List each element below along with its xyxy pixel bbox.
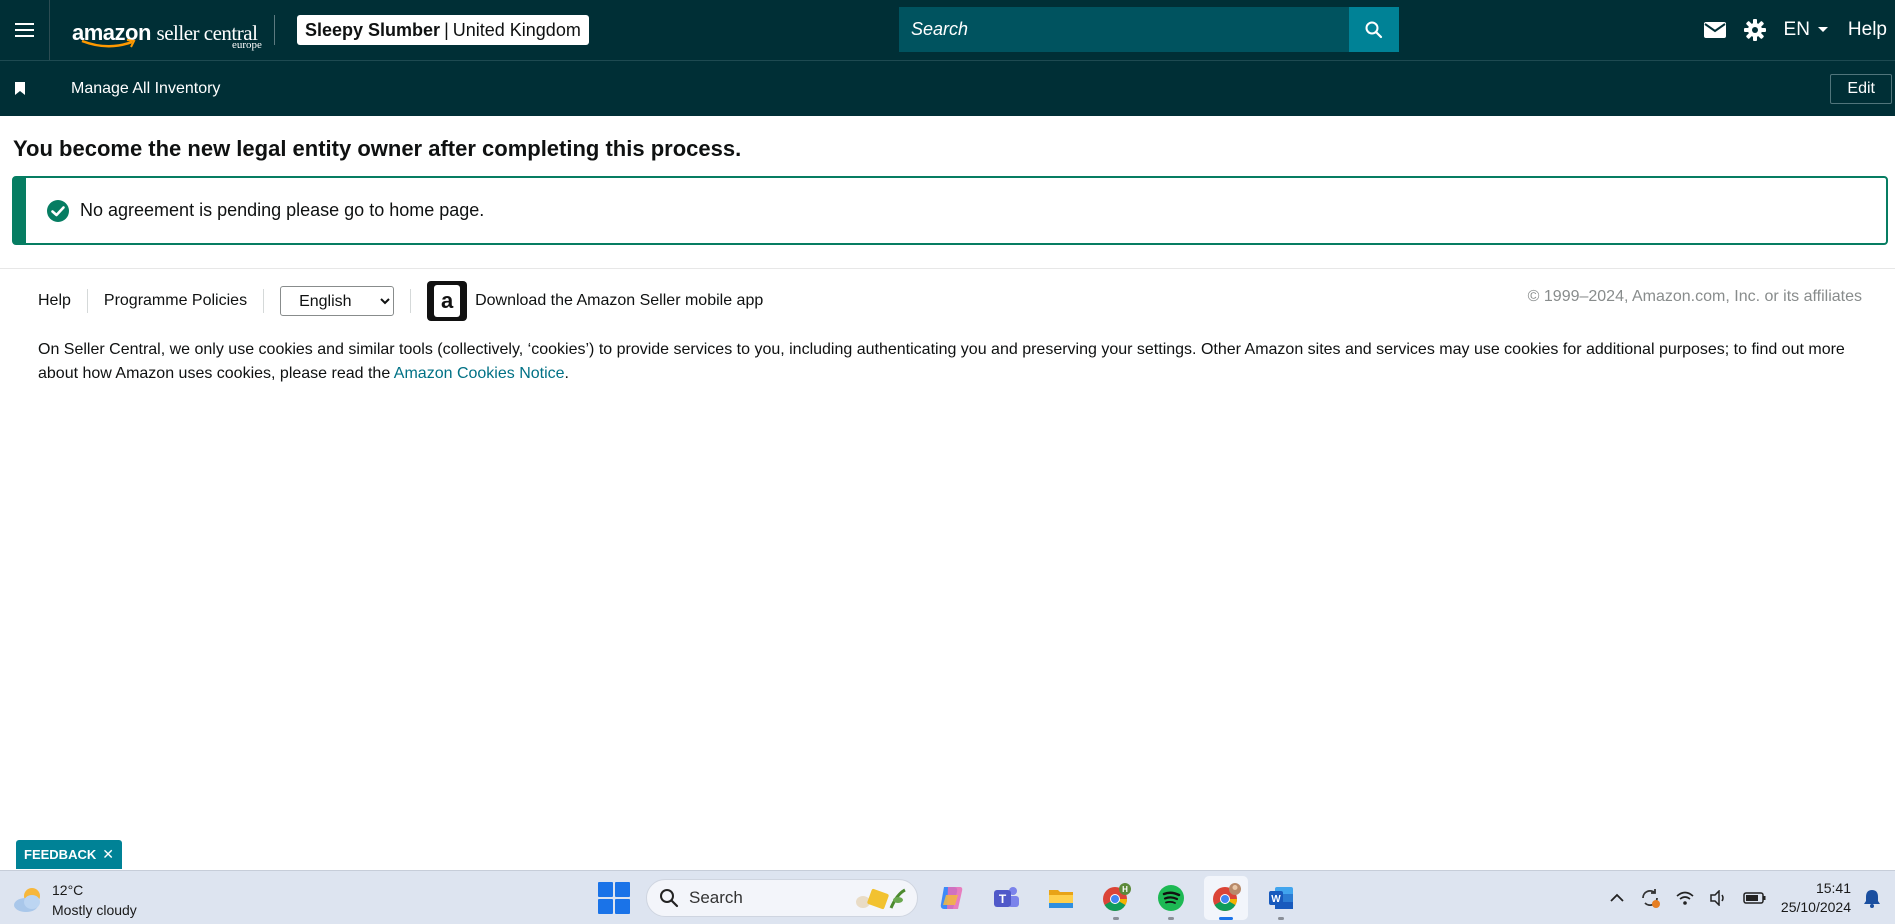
battery-icon[interactable]	[1743, 891, 1767, 905]
windows-start-icon[interactable]	[598, 882, 630, 914]
chevron-up-icon[interactable]	[1609, 893, 1625, 903]
bookmark-bar: Manage All Inventory Edit	[0, 60, 1895, 116]
divider	[410, 289, 412, 313]
settings-button[interactable]	[1743, 19, 1766, 41]
divider	[263, 289, 265, 313]
account-switcher[interactable]: Sleepy Slumber | United Kingdom	[297, 15, 589, 45]
seller-app-icon[interactable]: a	[427, 281, 468, 321]
cookie-text: On Seller Central, we only use cookies a…	[38, 341, 1845, 382]
time: 15:41	[1815, 880, 1851, 896]
divider	[274, 15, 275, 45]
edit-button[interactable]: Edit	[1830, 74, 1892, 104]
cloudy-weather-icon	[14, 888, 40, 912]
file-explorer-icon[interactable]	[1039, 876, 1083, 920]
header-actions: EN Help	[1703, 0, 1895, 60]
svg-text:T: T	[999, 892, 1007, 906]
check-circle-icon	[46, 199, 70, 223]
programme-policies-link[interactable]: Programme Policies	[104, 292, 247, 310]
amazon-seller-central-logo[interactable]: amazon seller central europe	[72, 6, 272, 54]
amazon-bag-icon: a	[434, 285, 461, 317]
smile-arrow-icon	[81, 39, 136, 48]
temperature: 12°C	[52, 882, 84, 898]
page-title: You become the new legal entity owner af…	[13, 136, 742, 161]
hamburger-icon	[15, 29, 34, 31]
footer-links: Help Programme Policies English a Downlo…	[38, 281, 763, 321]
bookmark-button[interactable]	[14, 81, 26, 96]
taskbar-apps: Search T H W	[598, 876, 1303, 920]
copyright-text: © 1999–2024, Amazon.com, Inc. or its aff…	[1527, 288, 1862, 305]
search-icon	[1365, 21, 1383, 38]
top-nav: amazon seller central europe Sleepy Slum…	[0, 0, 1895, 60]
footer-help-link[interactable]: Help	[38, 292, 71, 310]
search-input[interactable]	[899, 7, 1349, 52]
taskbar-search[interactable]: Search	[646, 879, 918, 917]
date: 25/10/2024	[1780, 899, 1851, 915]
feedback-button[interactable]: FEEDBACK ✕	[16, 840, 122, 869]
svg-text:W: W	[1271, 894, 1281, 905]
logo-region: europe	[232, 39, 262, 51]
chrome-profile-h-icon[interactable]: H	[1094, 876, 1138, 920]
mail-icon	[1703, 22, 1726, 38]
search-icon	[660, 889, 679, 908]
svg-text:H: H	[1122, 885, 1128, 894]
bookmark-icon	[15, 81, 25, 95]
store-marketplace: United Kingdom	[452, 19, 581, 40]
sync-icon[interactable]	[1639, 887, 1661, 909]
cookie-text-end: .	[564, 365, 569, 382]
volume-icon[interactable]	[1709, 890, 1729, 906]
cookie-notice: On Seller Central, we only use cookies a…	[38, 338, 1858, 386]
taskbar: 12°C Mostly cloudy Search T H W 15:41 25…	[0, 870, 1895, 924]
weather-widget[interactable]: 12°C Mostly cloudy	[12, 880, 137, 920]
wifi-icon[interactable]	[1675, 890, 1695, 906]
taskbar-search-label: Search	[689, 888, 743, 907]
copilot-icon[interactable]	[929, 876, 973, 920]
spotify-icon[interactable]	[1149, 876, 1193, 920]
notification-bell-icon[interactable]	[1863, 888, 1881, 908]
search-highlight-icon	[856, 888, 906, 910]
amazon-cookies-notice-link[interactable]: Amazon Cookies Notice	[394, 365, 565, 382]
footer-divider	[0, 268, 1895, 269]
gear-icon	[1743, 19, 1766, 41]
download-app-link[interactable]: Download the Amazon Seller mobile app	[475, 292, 763, 310]
language-code: EN	[1783, 19, 1810, 40]
divider	[86, 289, 88, 313]
caret-down-icon	[1817, 27, 1828, 32]
system-tray: 15:41 25/10/2024	[1609, 871, 1895, 924]
clock[interactable]: 15:41 25/10/2024	[1781, 879, 1851, 917]
help-link[interactable]: Help	[1848, 19, 1887, 41]
search-button[interactable]	[1349, 7, 1399, 52]
store-name: Sleepy Slumber	[305, 19, 441, 40]
close-icon[interactable]: ✕	[102, 846, 114, 863]
alert-message: No agreement is pending please go to hom…	[80, 200, 485, 220]
weather-condition: Mostly cloudy	[52, 902, 137, 918]
mail-button[interactable]	[1703, 22, 1726, 38]
word-icon[interactable]: W	[1259, 876, 1303, 920]
language-selector[interactable]: EN	[1784, 19, 1830, 41]
search-bar	[899, 7, 1399, 52]
feedback-label: FEEDBACK	[24, 847, 97, 862]
hamburger-menu-button[interactable]	[0, 0, 50, 60]
footer-language-select[interactable]: English	[280, 286, 395, 316]
manage-all-inventory-link[interactable]: Manage All Inventory	[71, 80, 220, 98]
teams-icon[interactable]: T	[984, 876, 1028, 920]
success-alert: No agreement is pending please go to hom…	[12, 176, 1888, 245]
chrome-active-icon[interactable]	[1204, 876, 1248, 920]
store-separator: |	[444, 19, 449, 40]
